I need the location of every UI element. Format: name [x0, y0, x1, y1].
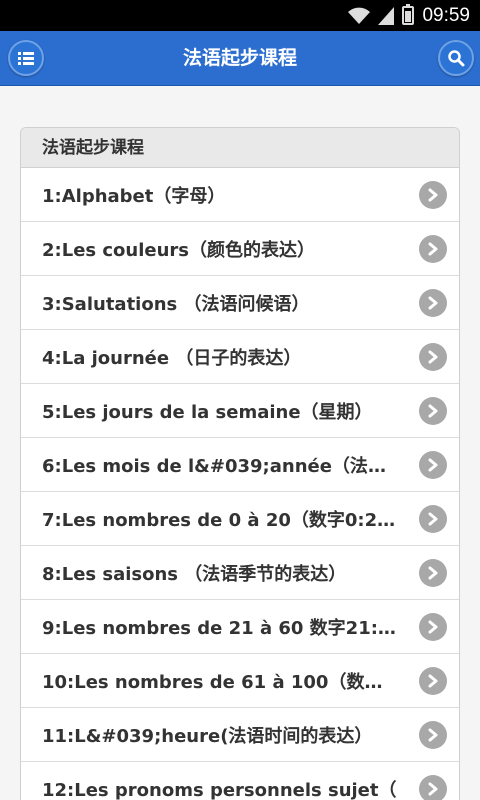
list-item[interactable]: 5:Les jours de la semaine（星期）	[21, 384, 459, 438]
chevron-right-icon	[419, 181, 447, 209]
list-item-label: 8:Les saisons （法语季节的表达）	[42, 563, 347, 585]
chevron-right-icon	[419, 343, 447, 371]
list-item-label: 2:Les couleurs（颜色的表达）	[42, 239, 316, 261]
chevron-right-icon	[419, 451, 447, 479]
list-item[interactable]: 12:Les pronoms personnels sujet（	[21, 762, 459, 800]
list-item-label: 6:Les mois de l&#039;année（法语月份的表达）	[42, 455, 399, 477]
status-icons: 09:59	[348, 0, 470, 31]
wifi-icon	[348, 7, 371, 24]
app-bar: 法语起步课程	[0, 31, 480, 86]
chevron-right-icon	[419, 721, 447, 749]
list-item-label: 5:Les jours de la semaine（星期）	[42, 401, 373, 423]
list-items: 1:Alphabet（字母） 2:Les couleurs（颜色的表达） 3:Sal…	[21, 168, 459, 800]
search-icon	[448, 50, 465, 67]
chevron-right-icon	[419, 613, 447, 641]
battery-icon	[402, 4, 415, 25]
chevron-right-icon	[419, 235, 447, 263]
chevron-right-icon	[419, 505, 447, 533]
list-item[interactable]: 8:Les saisons （法语季节的表达）	[21, 546, 459, 600]
status-time: 09:59	[422, 4, 470, 26]
list-item[interactable]: 7:Les nombres de 0 à 20（数字0:20）	[21, 492, 459, 546]
chevron-right-icon	[419, 559, 447, 587]
list-item[interactable]: 10:Les nombres de 61 à 100（数字）	[21, 654, 459, 708]
page-title: 法语起步课程	[182, 47, 297, 69]
list-item-label: 12:Les pronoms personnels sujet（	[42, 779, 397, 800]
list-item[interactable]: 9:Les nombres de 21 à 60 数字21:60	[21, 600, 459, 654]
chevron-right-icon	[419, 667, 447, 695]
list-item[interactable]: 2:Les couleurs（颜色的表达）	[21, 222, 459, 276]
list-item[interactable]: 4:La journée （日子的表达）	[21, 330, 459, 384]
lesson-list: 法语起步课程 1:Alphabet（字母） 2:Les couleurs（颜色的表…	[20, 127, 460, 800]
chevron-right-icon	[419, 289, 447, 317]
list-header: 法语起步课程	[21, 128, 459, 168]
list-item-label: 4:La journée （日子的表达）	[42, 347, 302, 369]
list-item[interactable]: 11:L&#039;heure(法语时间的表达）	[21, 708, 459, 762]
chevron-right-icon	[419, 775, 447, 800]
signal-icon	[378, 6, 395, 25]
list-item[interactable]: 1:Alphabet（字母）	[21, 168, 459, 222]
list-item-label: 3:Salutations （法语问候语）	[42, 293, 310, 315]
chevron-right-icon	[419, 397, 447, 425]
list-item-label: 1:Alphabet（字母）	[42, 185, 226, 207]
list-item-label: 10:Les nombres de 61 à 100（数字）	[42, 671, 399, 693]
list-item-label: 11:L&#039;heure(法语时间的表达）	[42, 725, 373, 747]
list-item[interactable]: 3:Salutations （法语问候语）	[21, 276, 459, 330]
list-item-label: 9:Les nombres de 21 à 60 数字21:60	[42, 617, 399, 639]
status-bar: 09:59	[0, 0, 480, 31]
search-button[interactable]	[438, 40, 474, 76]
list-item[interactable]: 6:Les mois de l&#039;année（法语月份的表达）	[21, 438, 459, 492]
list-item-label: 7:Les nombres de 0 à 20（数字0:20）	[42, 509, 399, 531]
